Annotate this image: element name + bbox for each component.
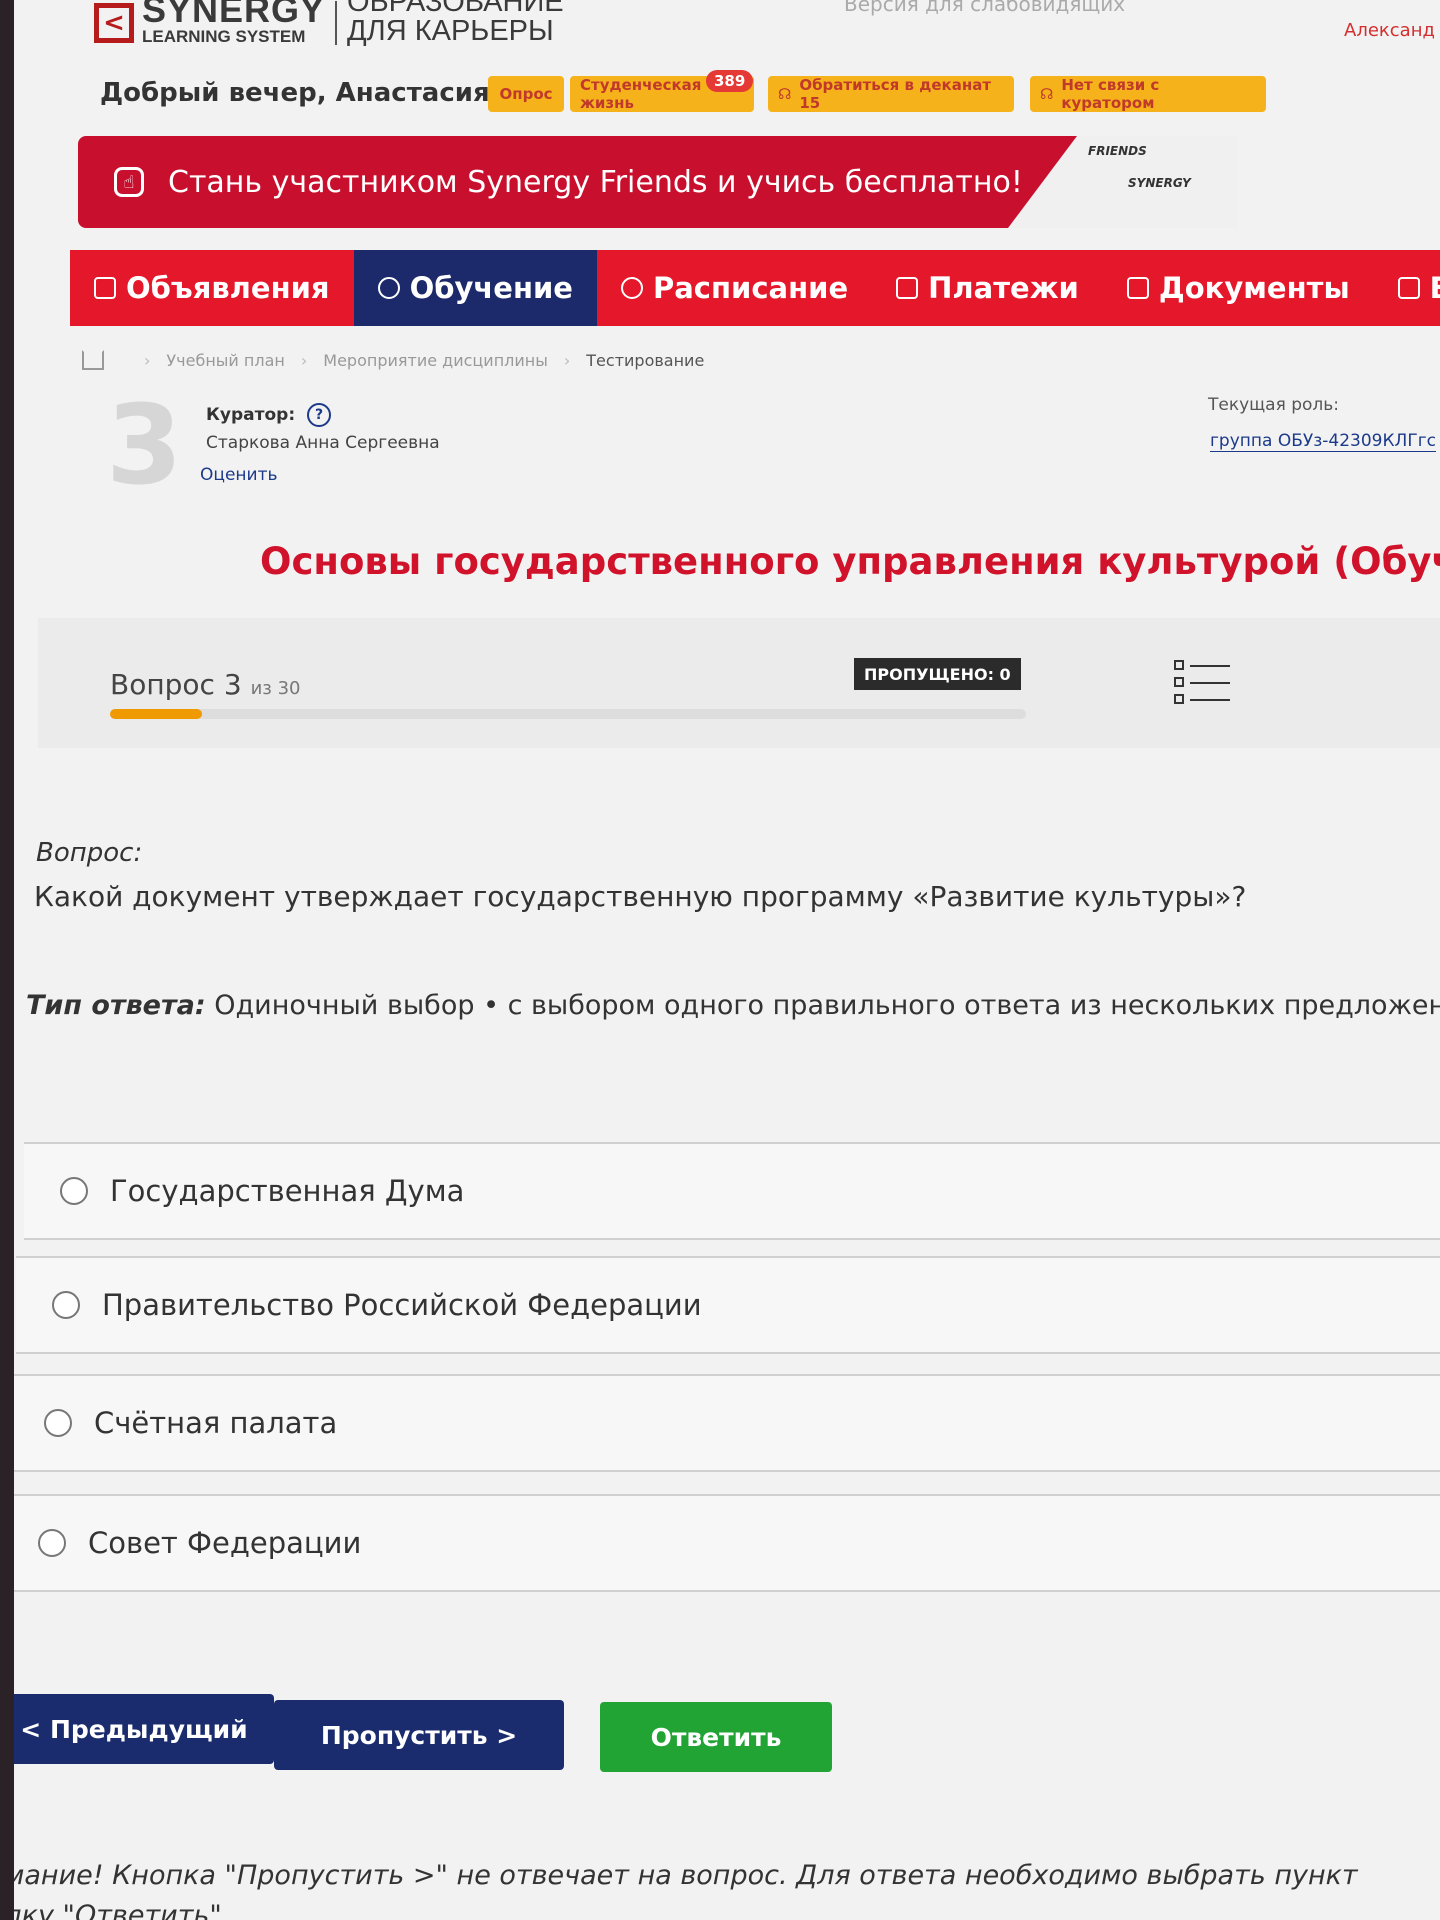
question-progress-card: Вопрос 3 из 30 ПРОПУЩЕНО: 0 xyxy=(38,618,1440,748)
banner-decoration: FRIENDS SYNERGY xyxy=(1008,136,1238,228)
main-nav: Объявления Обучение Расписание Платежи Д… xyxy=(70,250,1440,326)
logo-slogan-line2: ДЛЯ КАРЬЕРЫ xyxy=(347,15,554,47)
book-icon xyxy=(1397,277,1420,299)
radio-button[interactable] xyxy=(52,1291,80,1319)
greeting-row: Добрый вечер, Анастасия! Опрос Студенчес… xyxy=(100,66,1440,112)
page: < SYNERGY LEARNING SYSTEM ОБРАЗОВАНИЕ ДЛ… xyxy=(14,0,1440,1920)
logo[interactable]: < SYNERGY LEARNING SYSTEM ОБРАЗОВАНИЕ ДЛ… xyxy=(94,0,564,46)
role-value-link[interactable]: группа ОБУз-42309КЛГгс xyxy=(1210,431,1436,452)
answer-type-label: Тип ответа: xyxy=(26,990,206,1021)
curator-avatar: 3 xyxy=(106,381,183,509)
answer-option-1[interactable]: Государственная Дума xyxy=(24,1142,1440,1240)
question-counter: Вопрос 3 из 30 xyxy=(110,668,300,701)
chevron-right-icon: › xyxy=(144,350,151,370)
friends-banner[interactable]: ☝ Стань участником Synergy Friends и учи… xyxy=(78,136,1238,228)
user-name[interactable]: Александ xyxy=(1344,20,1435,41)
help-icon[interactable]: ? xyxy=(307,403,332,427)
answer-type: Тип ответа: Одиночный выбор • с выбором … xyxy=(26,990,1440,1021)
nav-announcements[interactable]: Объявления xyxy=(70,250,354,326)
logo-main-text: SYNERGY xyxy=(142,0,326,30)
question-text: Какой документ утверждает государственну… xyxy=(34,880,1247,913)
radio-button[interactable] xyxy=(38,1529,66,1557)
dean-pill[interactable]: ☊ Обратиться в деканат 15 xyxy=(768,76,1014,112)
question-label: Вопрос: xyxy=(36,838,143,868)
curator-contact-pill[interactable]: ☊ Нет связи с куратором xyxy=(1030,76,1266,112)
chevron-right-icon: › xyxy=(300,350,308,370)
skip-button[interactable]: Пропустить > xyxy=(274,1700,564,1770)
hand-pointer-icon: ☝ xyxy=(114,167,144,197)
top-bar: < SYNERGY LEARNING SYSTEM ОБРАЗОВАНИЕ ДЛ… xyxy=(14,0,1440,56)
course-title: Основы государственного управления культ… xyxy=(260,540,1440,583)
greeting-text: Добрый вечер, Анастасия! xyxy=(100,78,502,108)
home-icon[interactable] xyxy=(82,350,104,370)
role-label: Текущая роль: xyxy=(1208,395,1340,415)
skip-notice-line2: пку "Ответить". xyxy=(14,1900,231,1920)
nav-schedule[interactable]: Расписание xyxy=(597,250,872,326)
question-number: Вопрос 3 xyxy=(110,668,242,701)
rate-curator-link[interactable]: Оценить xyxy=(200,465,278,485)
question-list-icon[interactable] xyxy=(1174,660,1230,708)
dean-label: Обратиться в деканат 15 xyxy=(799,76,992,112)
curator-contact-label: Нет связи с куратором xyxy=(1061,76,1160,112)
headset-icon: ☊ xyxy=(778,85,792,103)
previous-button[interactable]: < Предыдущий xyxy=(14,1694,274,1764)
breadcrumb-item-event[interactable]: Мероприятие дисциплины xyxy=(323,351,548,370)
student-life-pill[interactable]: Студенческая жизнь 389 xyxy=(570,70,754,112)
headset-icon: ☊ xyxy=(1040,85,1054,103)
survey-pill[interactable]: Опрос xyxy=(488,76,564,112)
nav-payments[interactable]: Платежи xyxy=(872,250,1103,326)
logo-sub-text: LEARNING SYSTEM xyxy=(142,26,306,46)
breadcrumb-item-testing: Тестирование xyxy=(586,350,705,370)
logo-divider xyxy=(335,1,338,45)
curator-name: Старкова Анна Сергеевна xyxy=(206,433,440,453)
progress-bar xyxy=(110,709,1026,719)
breadcrumb-item-plan[interactable]: Учебный план xyxy=(166,351,284,370)
progress-bar-fill xyxy=(110,709,202,719)
answer-type-value: Одиночный выбор • с выбором одного прави… xyxy=(214,990,1440,1021)
curator-block: 3 Куратор: ? Старкова Анна Сергеевна Оце… xyxy=(106,381,1440,509)
payment-icon xyxy=(896,277,919,299)
nav-library[interactable]: Биб xyxy=(1374,250,1440,326)
breadcrumb: › Учебный план › Мероприятие дисциплины … xyxy=(82,350,704,370)
skip-notice: мание! Кнопка "Пропустить >" не отвечает… xyxy=(14,1856,1358,1920)
logo-back-icon: < xyxy=(94,3,134,43)
document-icon xyxy=(1126,277,1149,299)
clock-icon xyxy=(620,277,643,299)
radio-button[interactable] xyxy=(60,1177,88,1205)
banner-text: Стань участником Synergy Friends и учись… xyxy=(168,164,1023,200)
radio-button[interactable] xyxy=(44,1409,72,1437)
announcements-icon xyxy=(94,277,116,299)
answer-option-3[interactable]: Счётная палата xyxy=(14,1374,1440,1472)
chevron-right-icon: › xyxy=(563,350,571,370)
student-life-badge: 389 xyxy=(706,70,754,92)
answer-option-4[interactable]: Совет Федерации xyxy=(14,1494,1440,1592)
answer-option-2[interactable]: Правительство Российской Федерации xyxy=(16,1256,1440,1354)
accessibility-version-link[interactable]: Версия для слабовидящих xyxy=(844,0,1125,16)
curator-label: Куратор: xyxy=(206,405,296,425)
skip-notice-line1: мание! Кнопка "Пропустить >" не отвечает… xyxy=(14,1860,1358,1891)
nav-learning[interactable]: Обучение xyxy=(353,250,597,326)
skipped-badge: ПРОПУЩЕНО: 0 xyxy=(854,658,1021,690)
nav-documents[interactable]: Документы xyxy=(1103,250,1374,326)
graduation-cap-icon xyxy=(377,277,400,299)
question-total: из 30 xyxy=(250,678,301,699)
answer-button[interactable]: Ответить xyxy=(600,1702,832,1772)
